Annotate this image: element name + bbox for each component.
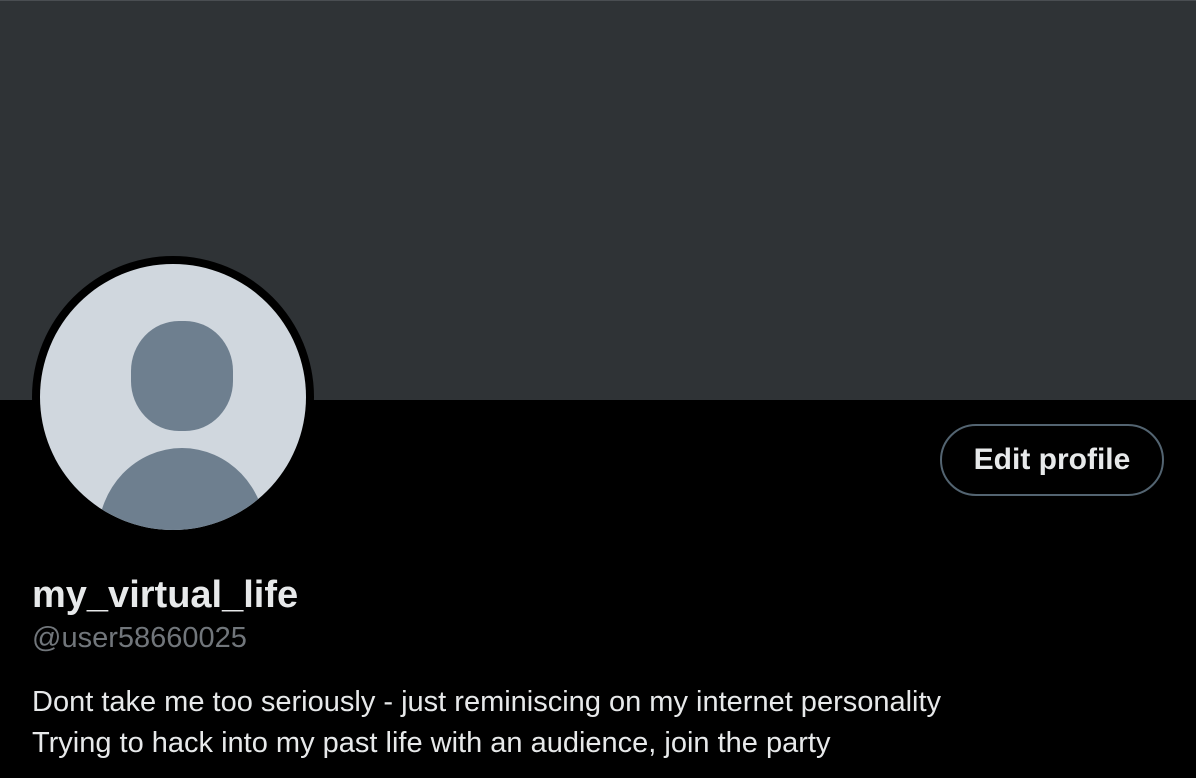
profile-bio: Dont take me too seriously - just remini… [32,682,941,764]
profile-page: Edit profile my_virtual_life @user586600… [0,0,1196,778]
avatar-frame [32,256,314,538]
bio-line: Trying to hack into my past life with an… [32,727,831,759]
display-name: my_virtual_life [32,574,299,616]
avatar[interactable] [40,264,306,530]
edit-profile-button[interactable]: Edit profile [940,424,1164,496]
default-avatar-icon [98,321,266,530]
user-handle: @user58660025 [32,622,247,654]
bio-line: Dont take me too seriously - just remini… [32,686,942,718]
